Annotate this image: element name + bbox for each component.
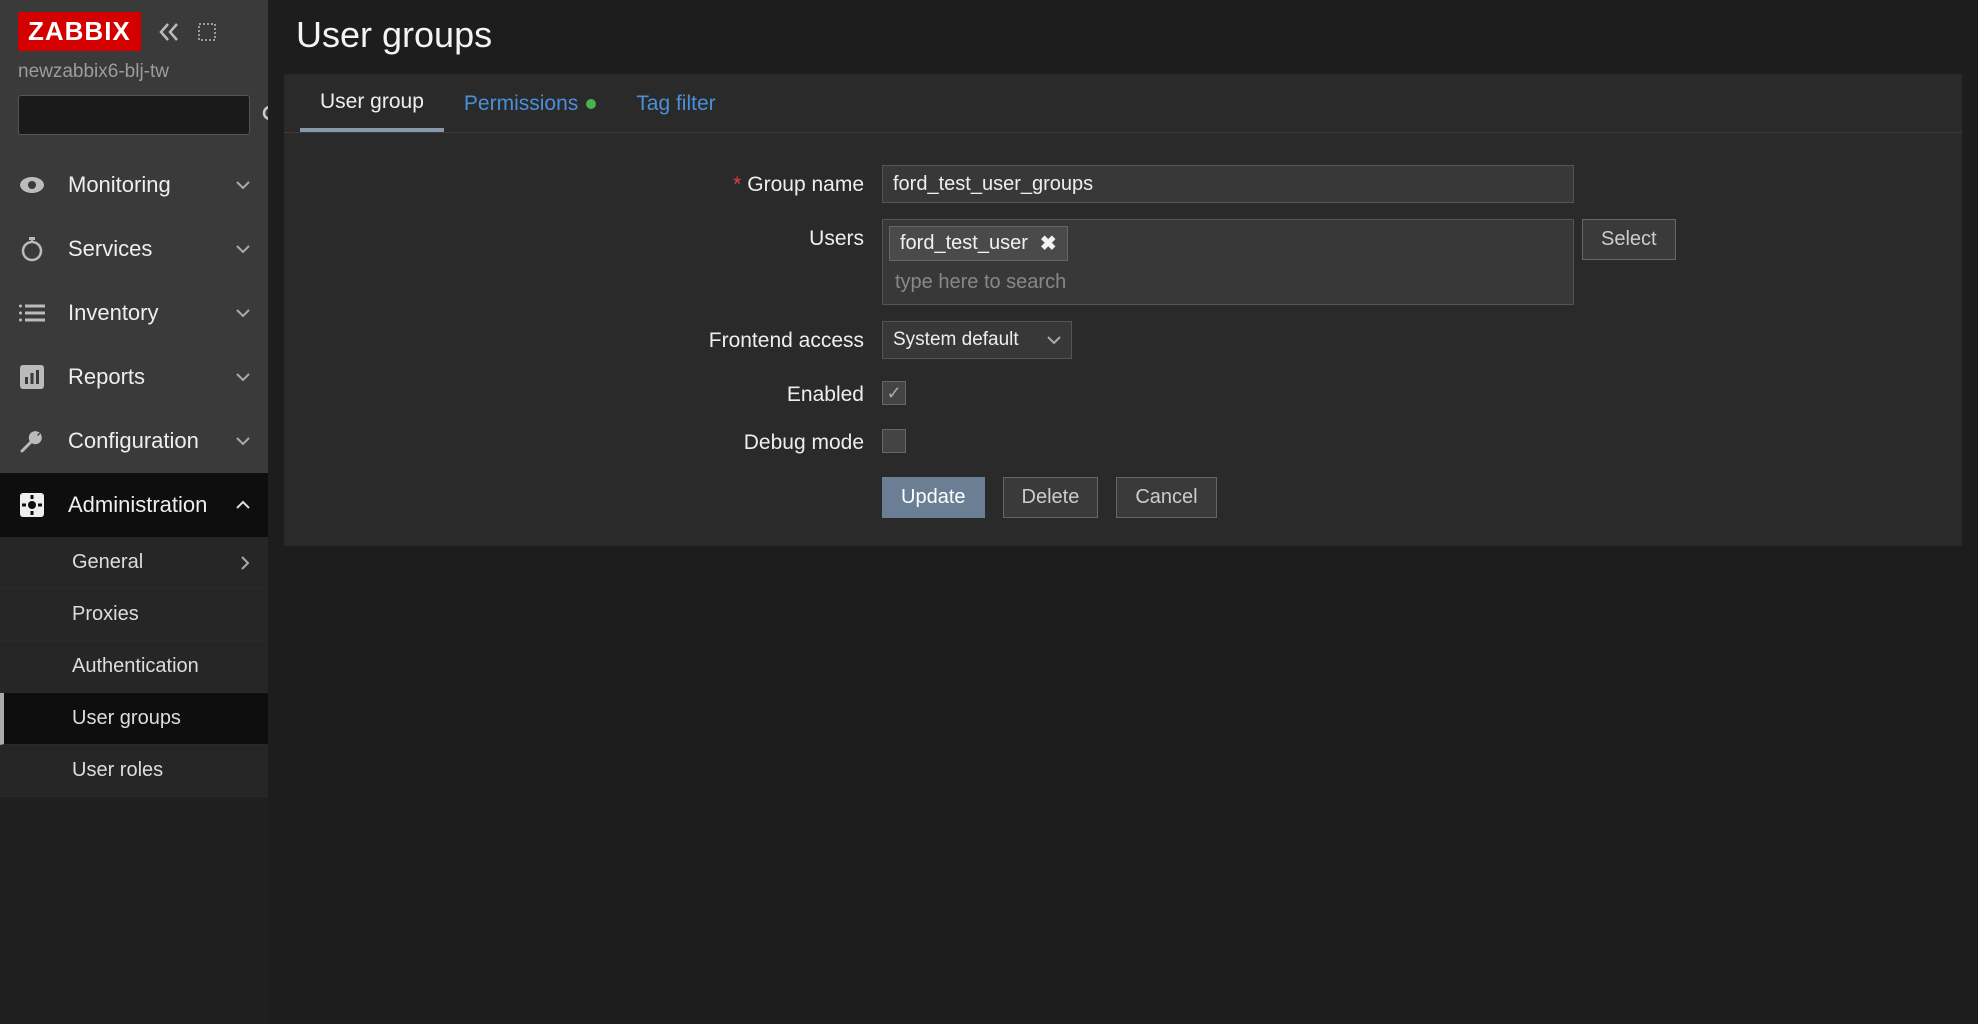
chevron-down-icon — [236, 372, 250, 382]
bar-chart-icon — [18, 363, 46, 391]
chevron-down-icon — [236, 244, 250, 254]
server-name: newzabbix6-blj-tw — [0, 57, 268, 95]
users-label: Users — [304, 219, 864, 251]
admin-submenu: General Proxies Authentication User grou… — [0, 537, 268, 797]
sidebar-item-label: Monitoring — [68, 172, 171, 198]
frontend-access-select[interactable]: System default — [882, 321, 1072, 359]
debug-mode-label: Debug mode — [304, 423, 864, 455]
users-multiselect[interactable]: ford_test_user ✖ — [882, 219, 1574, 305]
subnav-general[interactable]: General — [0, 537, 268, 589]
gear-icon — [18, 491, 46, 519]
form-buttons: Update Delete Cancel — [284, 463, 1962, 518]
subnav-user-roles[interactable]: User roles — [0, 745, 268, 797]
tab-tag-filter[interactable]: Tag filter — [616, 74, 735, 132]
logo-row: ZABBIX — [0, 0, 268, 57]
cancel-button[interactable]: Cancel — [1116, 477, 1216, 518]
subnav-label: General — [72, 551, 143, 574]
select-value: System default — [893, 329, 1019, 351]
sidebar-item-configuration[interactable]: Configuration — [0, 409, 268, 473]
sidebar-item-label: Inventory — [68, 300, 159, 326]
chevron-down-icon — [1047, 335, 1061, 345]
chevron-right-icon — [240, 556, 250, 570]
tab-label: Tag filter — [636, 92, 715, 116]
delete-button[interactable]: Delete — [1003, 477, 1099, 518]
sidebar-item-reports[interactable]: Reports — [0, 345, 268, 409]
sidebar-item-administration[interactable]: Administration — [0, 473, 268, 537]
sidebar-header: ZABBIX newzabbix6-blj-tw — [0, 0, 268, 153]
tab-permissions[interactable]: Permissions — [444, 74, 616, 132]
sidebar-controls — [159, 22, 217, 42]
main-content: User groups User group Permissions Tag f… — [268, 0, 1978, 1024]
subnav-proxies[interactable]: Proxies — [0, 589, 268, 641]
logo[interactable]: ZABBIX — [18, 12, 141, 51]
stopwatch-icon — [18, 235, 46, 263]
frontend-access-label: Frontend access — [304, 321, 864, 353]
page-title: User groups — [268, 0, 1978, 74]
search-input[interactable] — [29, 105, 261, 126]
users-search-input[interactable] — [889, 267, 1567, 298]
sidebar-item-services[interactable]: Services — [0, 217, 268, 281]
tab-label: User group — [320, 90, 424, 114]
remove-chip-icon[interactable]: ✖ — [1040, 231, 1057, 256]
subnav-label: User roles — [72, 759, 163, 782]
eye-icon — [18, 171, 46, 199]
subnav-label: User groups — [72, 707, 181, 730]
chevron-up-icon — [236, 500, 250, 510]
enabled-checkbox[interactable] — [882, 381, 906, 405]
list-icon — [18, 299, 46, 327]
required-marker: * — [733, 173, 741, 196]
tab-user-group[interactable]: User group — [300, 74, 444, 132]
wrench-icon — [18, 427, 46, 455]
sidebar-item-label: Reports — [68, 364, 145, 390]
chevron-down-icon — [236, 436, 250, 446]
subnav-user-groups[interactable]: User groups — [0, 693, 268, 745]
chevron-down-icon — [236, 180, 250, 190]
sidebar: ZABBIX newzabbix6-blj-tw — [0, 0, 268, 1024]
sidebar-item-label: Services — [68, 236, 152, 262]
chevron-down-icon — [236, 308, 250, 318]
user-chip: ford_test_user ✖ — [889, 226, 1068, 261]
sidebar-item-inventory[interactable]: Inventory — [0, 281, 268, 345]
group-name-input[interactable] — [882, 165, 1574, 203]
enabled-label: Enabled — [304, 375, 864, 407]
search-box[interactable] — [18, 95, 250, 135]
group-name-label: *Group name — [304, 165, 864, 197]
tabs: User group Permissions Tag filter — [284, 74, 1962, 133]
select-users-button[interactable]: Select — [1582, 219, 1676, 260]
subnav-authentication[interactable]: Authentication — [0, 641, 268, 693]
update-button[interactable]: Update — [882, 477, 985, 518]
sidebar-item-label: Administration — [68, 492, 207, 518]
user-chip-label: ford_test_user — [900, 232, 1028, 255]
content-panel: User group Permissions Tag filter *Group… — [284, 74, 1962, 546]
kiosk-mode-icon[interactable] — [197, 22, 217, 42]
debug-mode-checkbox[interactable] — [882, 429, 906, 453]
tab-label: Permissions — [464, 92, 578, 116]
subnav-label: Authentication — [72, 655, 199, 678]
nav: Monitoring Services Inventory — [0, 153, 268, 1024]
sidebar-item-label: Configuration — [68, 428, 199, 454]
sidebar-item-monitoring[interactable]: Monitoring — [0, 153, 268, 217]
user-group-form: *Group name Users ford_test_user ✖ — [284, 133, 1962, 546]
subnav-label: Proxies — [72, 603, 139, 626]
collapse-sidebar-icon[interactable] — [159, 22, 185, 42]
status-dot-icon — [586, 99, 596, 109]
